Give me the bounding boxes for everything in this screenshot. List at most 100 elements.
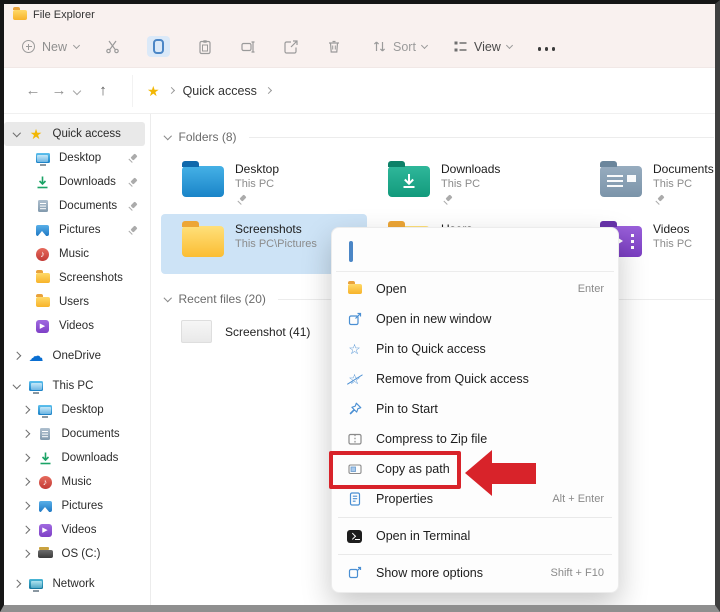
sidebar-item-os-c[interactable]: OS (C:) — [4, 542, 150, 566]
quick-access-star-icon: ★ — [147, 84, 160, 98]
sidebar-item-screenshots[interactable]: Screenshots — [4, 266, 150, 290]
menu-item-open[interactable]: Open Enter — [336, 274, 614, 304]
onedrive-cloud-icon: ☁ — [29, 349, 44, 364]
sidebar-item-this-pc[interactable]: This PC — [4, 374, 150, 398]
chevron-right-icon[interactable] — [22, 526, 30, 534]
desktop-icon — [38, 405, 52, 415]
sidebar-item-label: Music — [62, 476, 92, 488]
menu-item-open-in-new-window[interactable]: Open in new window — [336, 304, 614, 334]
chevron-right-icon — [168, 87, 175, 94]
cut-button[interactable] — [105, 39, 120, 54]
chevron-down-icon[interactable] — [13, 129, 21, 137]
menu-item-shortcut: Enter — [578, 283, 604, 295]
forward-button[interactable]: → — [46, 82, 72, 99]
sidebar-item-label: Downloads — [62, 452, 119, 464]
clipboard-actions — [105, 36, 342, 57]
sidebar-item-music[interactable]: ♪ Music — [4, 242, 150, 266]
more-options-button[interactable] — [538, 38, 556, 56]
folder-name: Desktop — [235, 162, 279, 176]
pin-icon — [127, 177, 138, 188]
menu-item-open-in-terminal[interactable]: Open in Terminal — [336, 521, 614, 551]
folder-tile-downloads[interactable]: Downloads This PC — [367, 154, 579, 214]
address-bar[interactable]: ★ Quick access — [132, 75, 271, 107]
sidebar-item-network[interactable]: Network — [4, 572, 150, 596]
paste-button[interactable] — [197, 39, 213, 55]
copy-icon — [349, 241, 353, 262]
documents-icon — [38, 200, 48, 212]
pin-icon — [127, 201, 138, 212]
delete-button[interactable] — [326, 39, 342, 55]
sidebar-item-desktop[interactable]: Desktop — [4, 146, 150, 170]
documents-icon — [40, 428, 50, 440]
chevron-down-icon[interactable] — [164, 294, 172, 302]
chevron-right-icon[interactable] — [13, 580, 21, 588]
network-icon — [29, 579, 43, 589]
sidebar-item-label: Documents — [59, 200, 117, 212]
sidebar-item-users[interactable]: Users — [4, 290, 150, 314]
file-explorer-window: File Explorer New — [0, 0, 720, 612]
sidebar-item-videos[interactable]: ▶ Videos — [4, 314, 150, 338]
folder-tile-desktop[interactable]: Desktop This PC — [161, 154, 367, 214]
new-button[interactable]: New — [22, 40, 79, 54]
sidebar-item-documents[interactable]: Documents — [4, 194, 150, 218]
folders-header-label: Folders (8) — [179, 130, 237, 144]
recent-locations-chevron[interactable] — [73, 86, 81, 94]
menu-item-show-more-options[interactable]: Show more options Shift + F10 — [336, 558, 614, 588]
sidebar-item-pc-desktop[interactable]: Desktop — [4, 398, 150, 422]
sort-label: Sort — [393, 40, 416, 54]
sidebar-item-label: Pictures — [62, 500, 104, 512]
rename-button[interactable] — [240, 39, 256, 55]
copy-button[interactable] — [147, 36, 170, 57]
menu-item-pin-to-quick-access[interactable]: ☆ Pin to Quick access — [336, 334, 614, 364]
up-button[interactable]: ↑ — [90, 82, 116, 99]
chevron-right-icon[interactable] — [22, 430, 30, 438]
folder-icon — [348, 284, 362, 294]
menu-item-remove-from-quick-access[interactable]: ☆ Remove from Quick access — [336, 364, 614, 394]
menu-item-pin-to-start[interactable]: Pin to Start — [336, 394, 614, 424]
ellipsis-icon — [538, 47, 542, 51]
music-icon: ♪ — [39, 476, 52, 489]
sidebar-item-label: Desktop — [59, 152, 101, 164]
chevron-right-icon[interactable] — [22, 502, 30, 510]
share-button[interactable] — [283, 39, 299, 55]
pin-icon — [442, 194, 453, 205]
chevron-right-icon[interactable] — [22, 478, 30, 486]
sidebar-item-pc-documents[interactable]: Documents — [4, 422, 150, 446]
screenshots-folder-icon — [182, 226, 224, 257]
sidebar-item-pc-pictures[interactable]: Pictures — [4, 494, 150, 518]
folders-section-header[interactable]: Folders (8) — [151, 128, 720, 146]
sidebar-item-pc-downloads[interactable]: Downloads — [4, 446, 150, 470]
downloads-folder-icon — [388, 166, 430, 197]
chevron-right-icon[interactable] — [22, 550, 30, 558]
trash-icon — [326, 39, 342, 55]
view-button[interactable]: View — [453, 39, 512, 54]
videos-icon: ▶ — [36, 320, 49, 333]
pin-icon — [347, 401, 363, 417]
folder-location: This PC — [441, 178, 500, 190]
view-label: View — [474, 40, 501, 54]
folder-tile-documents[interactable]: Documents This PC — [579, 154, 720, 214]
chevron-right-icon[interactable] — [22, 454, 30, 462]
menu-item-label: Open — [376, 282, 407, 296]
chevron-right-icon — [265, 87, 272, 94]
sort-button[interactable]: Sort — [372, 39, 427, 54]
chevron-down-icon — [73, 41, 80, 48]
star-outline-icon: ☆ — [348, 342, 361, 356]
chevron-down-icon[interactable] — [164, 132, 172, 140]
copy-button[interactable] — [349, 243, 353, 261]
breadcrumb-quick-access[interactable]: Quick access — [183, 84, 257, 98]
chevron-right-icon[interactable] — [13, 352, 21, 360]
chevron-right-icon[interactable] — [22, 406, 30, 414]
sidebar-item-pictures[interactable]: Pictures — [4, 218, 150, 242]
sidebar-item-pc-music[interactable]: ♪ Music — [4, 470, 150, 494]
sidebar-item-downloads[interactable]: Downloads — [4, 170, 150, 194]
back-button[interactable]: ← — [20, 82, 46, 99]
sidebar-item-pc-videos[interactable]: ▶ Videos — [4, 518, 150, 542]
new-button-label: New — [42, 40, 67, 54]
sidebar-item-quick-access[interactable]: ★ Quick access — [4, 122, 145, 146]
sidebar-item-onedrive[interactable]: ☁ OneDrive — [4, 344, 150, 368]
paste-icon — [197, 39, 213, 55]
chevron-down-icon[interactable] — [13, 381, 21, 389]
pin-icon — [236, 194, 247, 205]
copy-icon — [153, 39, 164, 54]
